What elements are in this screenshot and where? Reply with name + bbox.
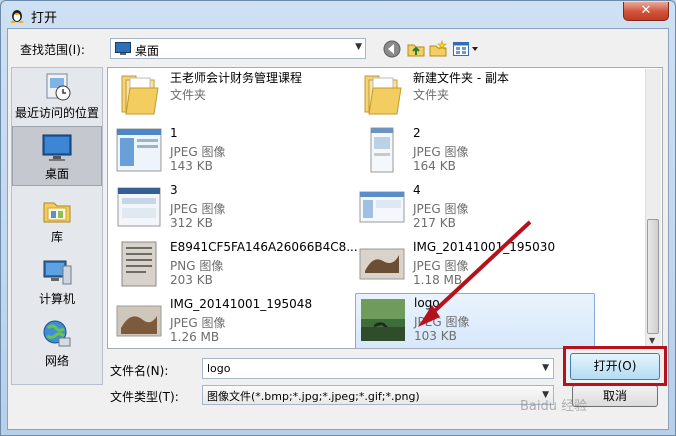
watermark: Baidu 经验 <box>520 399 588 414</box>
annotation-arrow <box>418 220 532 327</box>
